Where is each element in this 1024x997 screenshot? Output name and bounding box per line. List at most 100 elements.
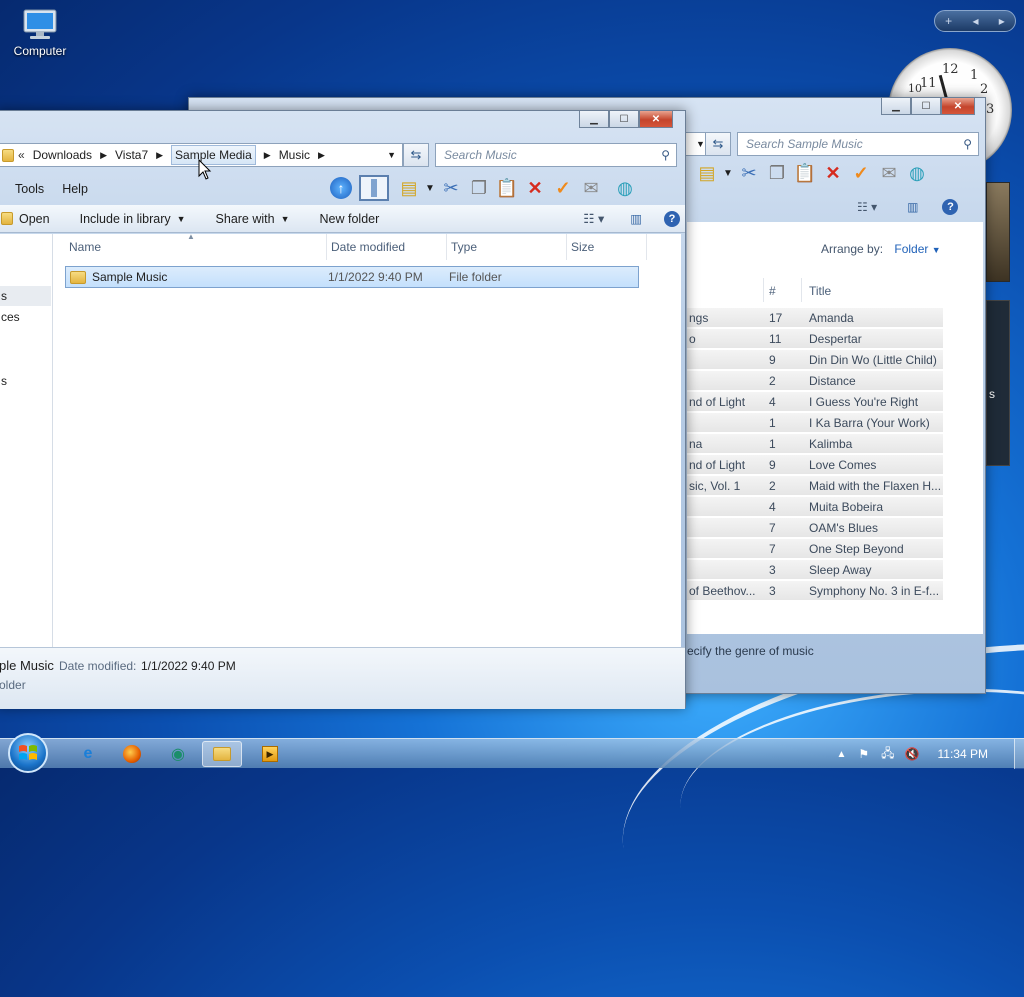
music-window[interactable]: ▁ ☐ ✕ « Downloads ▶ Vista7 ▶ Sample Medi… [0, 110, 686, 708]
chevron-down-icon[interactable]: ▼ [696, 139, 705, 149]
shell-icon[interactable]: ◍ [611, 175, 639, 201]
cut-icon[interactable]: ✂ [437, 175, 465, 201]
table-row[interactable]: ngs17Amanda [687, 308, 943, 328]
panes-icon[interactable] [359, 175, 389, 201]
nav-item[interactable]: s [0, 286, 51, 306]
breadcrumb-downloads[interactable]: Downloads [33, 148, 92, 162]
check-icon[interactable]: ✓ [847, 160, 875, 186]
show-desktop-button[interactable] [1014, 739, 1024, 769]
media-center-icon[interactable]: ◉ [158, 741, 198, 767]
column-type[interactable]: Type [447, 234, 567, 260]
view-options-icon[interactable]: ☷ ▾ [583, 211, 604, 226]
shell-icon[interactable]: ◍ [903, 160, 931, 186]
up-icon[interactable]: ↑ [327, 175, 355, 201]
refresh-button[interactable]: ⇆ [403, 143, 429, 167]
open-button[interactable]: Open [19, 212, 50, 226]
column-size[interactable]: Size [567, 234, 647, 260]
desktop-icon-computer[interactable]: Computer [8, 8, 72, 58]
start-button[interactable] [8, 733, 48, 773]
folder-options-icon[interactable]: ▤ [395, 175, 423, 201]
network-icon[interactable]: 🖧 [881, 744, 894, 765]
search-input[interactable]: Search Sample Music ⚲ [737, 132, 979, 156]
breadcrumb-vista7[interactable]: Vista7 [115, 148, 148, 162]
windows-explorer-icon[interactable] [202, 741, 242, 767]
paste-icon[interactable]: 📋 [493, 175, 521, 201]
search-input[interactable]: Search Music ⚲ [435, 143, 677, 167]
firefox-icon[interactable] [112, 741, 152, 767]
breadcrumb-arrow-icon[interactable]: ▶ [264, 150, 271, 161]
maximize-button[interactable]: ☐ [911, 98, 941, 115]
new-folder-button[interactable]: New folder [320, 212, 380, 226]
maximize-button[interactable]: ☐ [609, 111, 639, 128]
breadcrumb-arrow-icon[interactable]: ▶ [100, 150, 107, 161]
check-icon[interactable]: ✓ [549, 175, 577, 201]
breadcrumb-overflow[interactable]: « [18, 148, 25, 162]
menu-help[interactable]: Help [62, 182, 88, 196]
table-row[interactable]: sic, Vol. 12Maid with the Flaxen H... [687, 476, 943, 496]
close-button[interactable]: ✕ [639, 111, 673, 128]
arrange-by[interactable]: Arrange by: Folder ▼ [821, 242, 941, 256]
column-name[interactable]: Name [65, 234, 327, 260]
close-button[interactable]: ✕ [941, 98, 975, 115]
folder-options-icon[interactable]: ▤ [693, 160, 721, 186]
table-row[interactable]: 2Distance [687, 371, 943, 391]
table-row[interactable]: 9Din Din Wo (Little Child) [687, 350, 943, 370]
show-hidden-icons[interactable]: ▲ [837, 749, 847, 760]
menu-tools[interactable]: Tools [15, 182, 44, 196]
chevron-down-icon[interactable]: ▼ [387, 150, 396, 160]
delete-icon[interactable]: ✕ [521, 175, 549, 201]
mail-icon[interactable]: ✉ [577, 175, 605, 201]
clock-time[interactable]: 11:34 PM [938, 747, 988, 761]
copy-icon[interactable]: ❐ [763, 160, 791, 186]
table-row[interactable]: 3Sleep Away [687, 560, 943, 580]
table-row[interactable]: o11Despertar [687, 329, 943, 349]
nav-item[interactable]: ces [1, 310, 20, 324]
internet-explorer-icon[interactable]: e [68, 741, 108, 767]
breadcrumb-arrow-icon[interactable]: ▶ [156, 150, 163, 161]
chevron-down-icon[interactable]: ▼ [177, 214, 186, 224]
column-title[interactable]: Title [809, 284, 831, 298]
next-icon[interactable]: ▸ [999, 14, 1005, 28]
minimize-button[interactable]: ▁ [881, 98, 911, 115]
column-number[interactable]: # [769, 284, 776, 298]
include-in-library-button[interactable]: Include in library [80, 212, 171, 226]
action-center-flag-icon[interactable]: ⚑ [858, 747, 869, 761]
refresh-button[interactable]: ⇆ [705, 132, 731, 156]
delete-icon[interactable]: ✕ [819, 160, 847, 186]
table-row[interactable]: nd of Light9Love Comes [687, 455, 943, 475]
mail-icon[interactable]: ✉ [875, 160, 903, 186]
table-row[interactable]: 1I Ka Barra (Your Work) [687, 413, 943, 433]
cut-icon[interactable]: ✂ [735, 160, 763, 186]
chevron-down-icon[interactable]: ▼ [721, 160, 735, 186]
preview-pane-icon[interactable]: ▥ [630, 211, 642, 226]
gadget-controls[interactable]: + ◂ ▸ [934, 10, 1016, 32]
media-player-icon[interactable]: ▶ [250, 741, 290, 767]
help-icon[interactable]: ? [942, 199, 958, 215]
help-icon[interactable]: ? [664, 211, 680, 227]
table-row[interactable]: 4Muita Bobeira [687, 497, 943, 517]
table-row[interactable]: 7One Step Beyond [687, 539, 943, 559]
table-row[interactable]: nd of Light4I Guess You're Right [687, 392, 943, 412]
minimize-button[interactable]: ▁ [579, 111, 609, 128]
column-date-modified[interactable]: Date modified [327, 234, 447, 260]
share-with-button[interactable]: Share with [216, 212, 275, 226]
breadcrumb-music[interactable]: Music [279, 148, 310, 162]
breadcrumb-arrow-icon[interactable]: ▶ [318, 150, 325, 161]
view-options-icon[interactable]: ☷ ▾ [857, 200, 877, 214]
prev-icon[interactable]: ◂ [972, 14, 978, 28]
copy-icon[interactable]: ❐ [465, 175, 493, 201]
add-gadget-icon[interactable]: + [945, 14, 952, 28]
chevron-down-icon[interactable]: ▼ [423, 175, 437, 201]
file-row[interactable]: Sample Music 1/1/2022 9:40 PM File folde… [65, 266, 639, 288]
nav-item[interactable]: s [1, 374, 7, 388]
table-row[interactable]: na1Kalimba [687, 434, 943, 454]
arrange-by-value[interactable]: Folder [894, 242, 928, 256]
table-row[interactable]: 7OAM's Blues [687, 518, 943, 538]
details-name: ple Music [0, 658, 54, 673]
chevron-down-icon[interactable]: ▼ [281, 214, 290, 224]
preview-pane-icon[interactable]: ▥ [907, 200, 918, 214]
breadcrumb-sample-media[interactable]: Sample Media [171, 145, 256, 165]
table-row[interactable]: of Beethov...3Symphony No. 3 in E-f... [687, 581, 943, 601]
volume-muted-icon[interactable]: 🔇 [905, 747, 920, 761]
paste-icon[interactable]: 📋 [791, 160, 819, 186]
